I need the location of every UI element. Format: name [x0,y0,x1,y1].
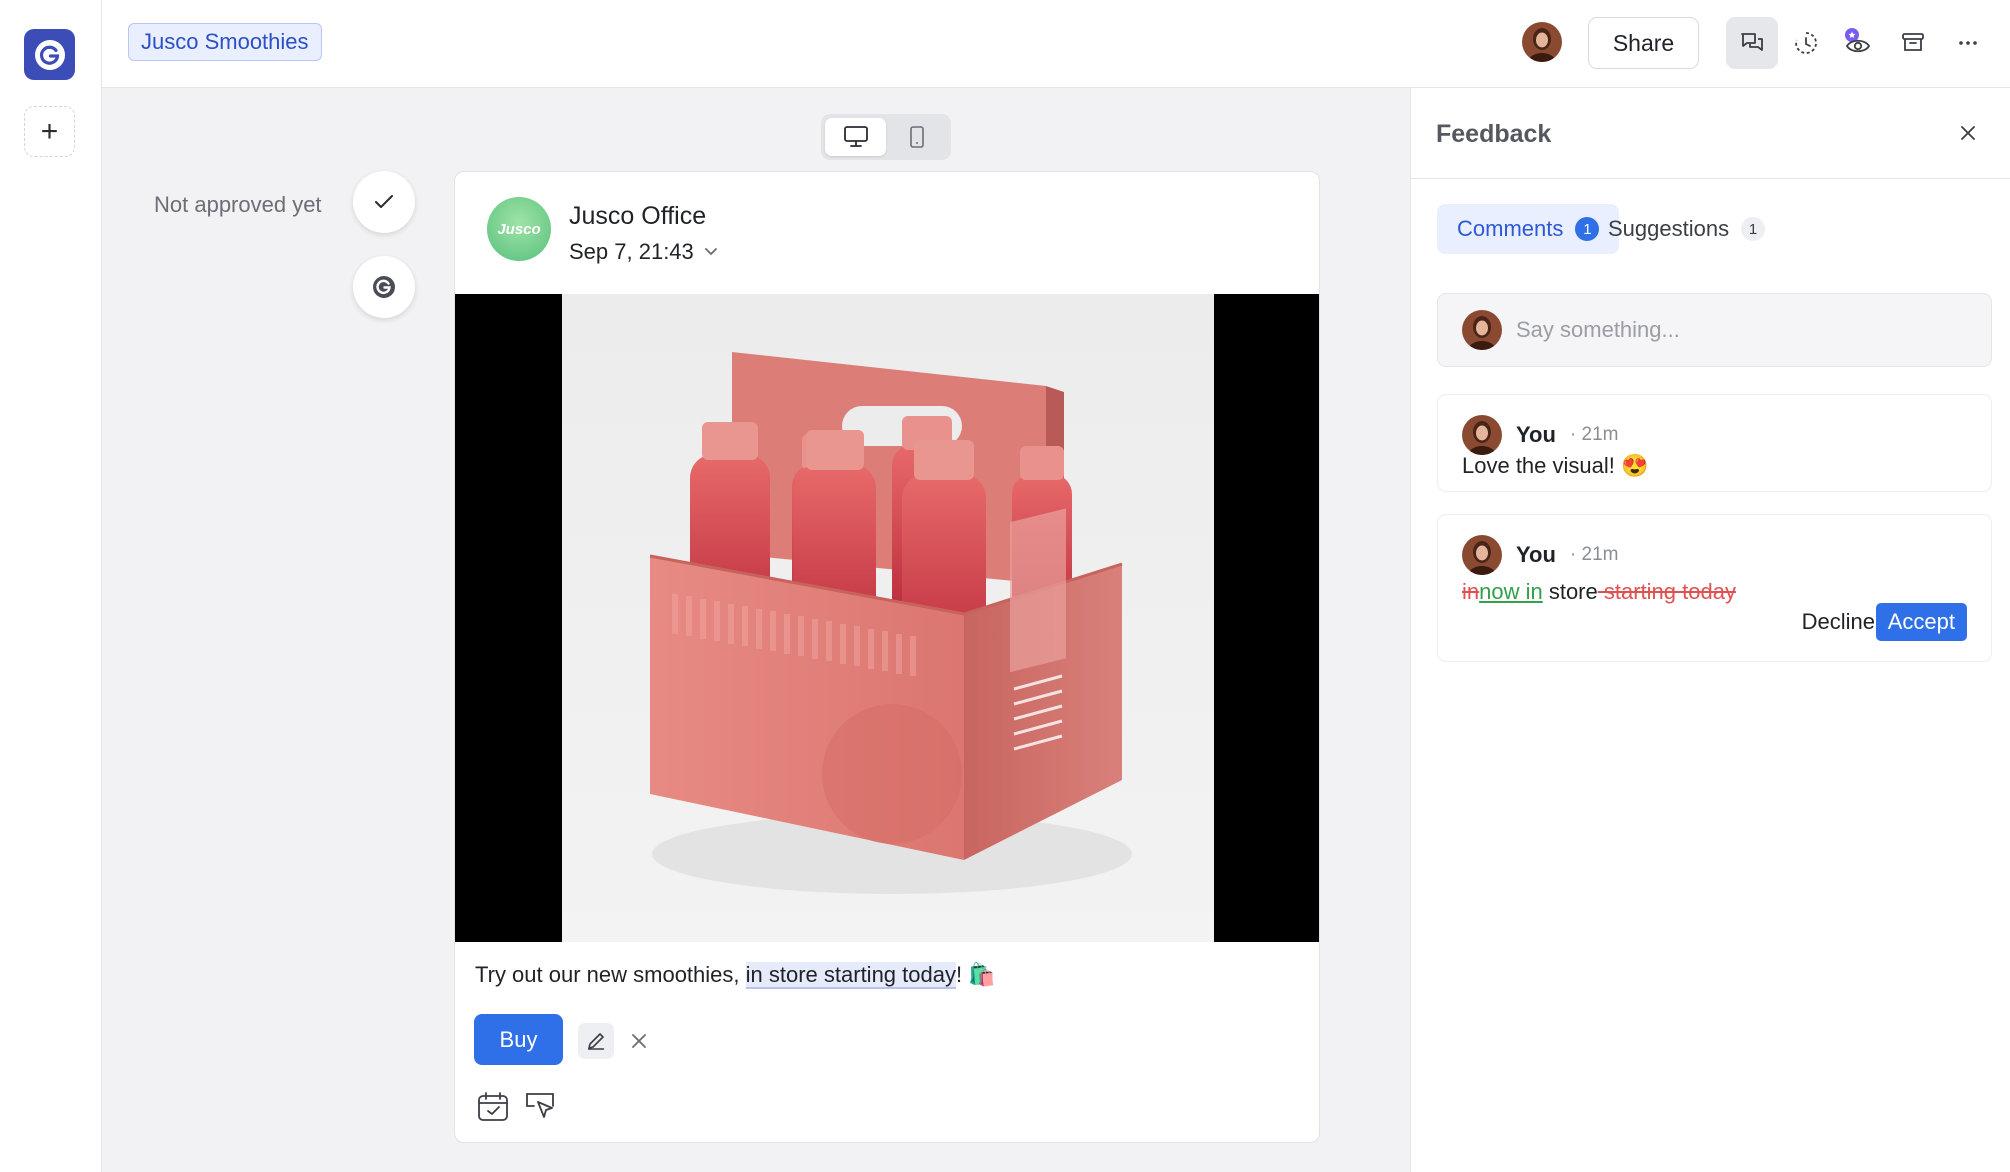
feedback-header: Feedback [1411,88,2010,179]
post-media[interactable] [455,294,1319,942]
suggestion-author: You [1516,542,1556,567]
close-icon [1961,126,1975,140]
decline-button[interactable]: Decline [1802,603,1875,641]
calendar-check-icon [478,1092,508,1121]
avatar-photo-icon [1462,310,1502,350]
grammarly-icon [373,276,395,298]
user-avatar[interactable] [1522,22,1562,62]
avatar-photo-icon [1462,415,1502,455]
approval-status: Not approved yet [154,192,322,217]
history-button[interactable] [1780,17,1832,69]
product-photo-illustration [649,352,1132,894]
tab-suggestions[interactable]: Suggestions 1 [1588,204,1785,254]
cta-link-button[interactable] [521,1087,561,1127]
history-icon [1795,32,1817,54]
accept-button[interactable]: Accept [1875,603,1967,641]
post-canvas: Not approved yet Jusco Jusco Office Sep … [102,88,1410,1172]
avatar [1462,310,1502,350]
comments-toggle-button[interactable] [1726,17,1778,69]
chevron-down-icon [704,248,717,256]
comments-icon [1741,33,1763,51]
tab-suggestions-label: Suggestions [1608,216,1730,241]
archive-icon [1902,33,1924,51]
more-icon [1959,41,1977,45]
avatar-photo-icon [1462,535,1502,575]
post-date[interactable]: Sep 7, 21:43 [569,239,718,265]
inserted-text: now in [1479,579,1543,604]
cursor-click-icon [526,1093,554,1118]
g-logo-icon [34,39,65,70]
comment-card: You · 21m Love the visual! 😍 [1437,394,1992,492]
workspace-rail: + [0,0,102,1172]
account-name: Jusco Office [569,202,707,230]
post-caption[interactable]: Try out our new smoothies, in store star… [475,962,996,989]
avatar-photo-icon [1522,22,1562,62]
suggestion-time: · 21m [1569,544,1619,565]
comment-author: You [1516,422,1556,447]
comment-input[interactable] [1516,317,1976,343]
account-avatar: Jusco [487,197,551,261]
comment-time: · 21m [1569,424,1619,445]
remove-cta-button[interactable] [625,1027,653,1055]
suggestion-card: You · 21m innow in store starting today … [1437,514,1992,662]
more-options-button[interactable] [1942,17,1994,69]
share-button[interactable]: Share [1588,17,1699,69]
tab-suggestions-count: 1 [1741,217,1766,241]
comment-input-box [1437,293,1992,367]
preview-icon [1845,28,1871,53]
top-bar: Jusco Smoothies Share [102,0,2010,88]
monitor-icon [843,126,868,147]
desktop-view-button[interactable] [825,118,886,156]
suggestion-header: You · 21m [1462,535,1619,575]
grammar-check-button[interactable] [353,256,415,318]
approve-button[interactable] [353,171,415,233]
mobile-view-button[interactable] [886,118,947,156]
suggestion-diff: innow in store starting today [1462,579,1736,605]
preview-button[interactable] [1832,17,1884,69]
edit-cta-button[interactable] [578,1023,614,1059]
deleted-text: starting today [1597,579,1736,604]
kept-text: store [1542,579,1598,604]
comment-text: Love the visual! 😍 [1462,453,1649,478]
comment-header: You · 21m [1462,415,1619,455]
caption-suggestion-highlight[interactable]: in store starting today [745,962,956,989]
caption-end: ! 🛍️ [955,962,996,987]
deleted-text: in [1462,579,1480,604]
project-name-chip[interactable]: Jusco Smoothies [128,23,322,61]
device-toggle [821,114,951,160]
buy-cta-button[interactable]: Buy [474,1014,563,1065]
workspace-logo[interactable] [24,29,75,80]
phone-icon [909,126,924,148]
avatar [1462,415,1502,455]
checkmark-icon [375,195,393,208]
avatar [1462,535,1502,575]
add-workspace-button[interactable]: + [24,106,75,157]
post-date-text: Sep 7, 21:43 [569,239,694,264]
smoothie-pack-image [562,294,1214,942]
social-post-preview: Jusco Jusco Office Sep 7, 21:43 Try out … [454,171,1320,1143]
feedback-panel: Feedback Comments 1 Suggestions 1 Say so… [1410,88,2010,1172]
caption-text: Try out our new smoothies, [475,962,746,987]
feedback-title: Feedback [1436,120,1552,148]
schedule-button[interactable] [473,1087,513,1127]
archive-button[interactable] [1887,17,1939,69]
tab-comments-label: Comments [1457,216,1564,241]
close-icon [632,1034,646,1048]
close-feedback-button[interactable] [1953,118,1983,148]
pencil-icon [588,1033,604,1050]
